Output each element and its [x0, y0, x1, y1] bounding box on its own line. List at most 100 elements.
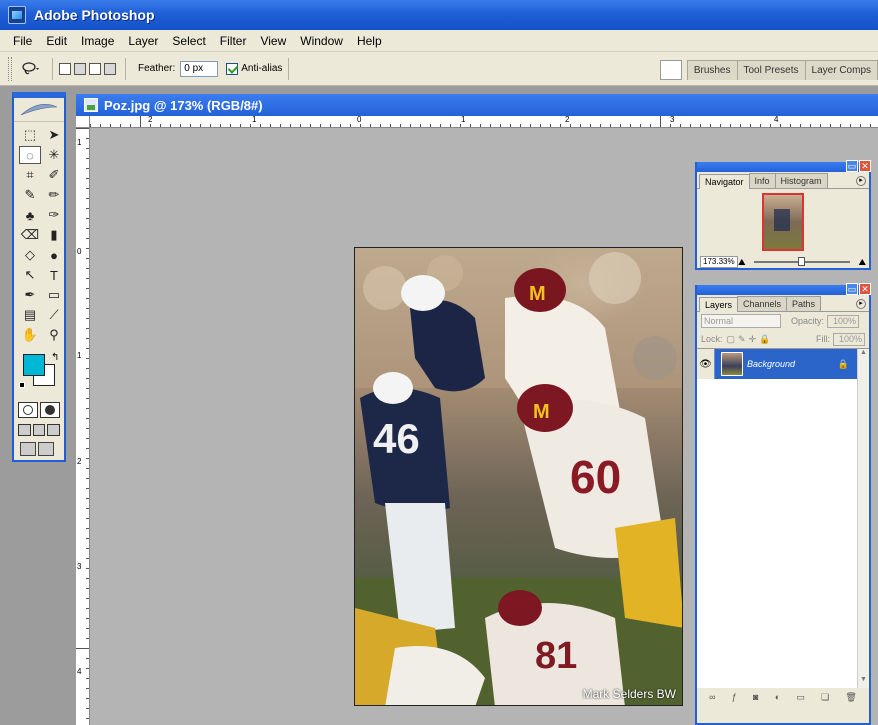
- full-screen-menu-mode-icon[interactable]: [32, 424, 46, 436]
- options-bar-grip[interactable]: [8, 56, 12, 81]
- adobe-feather-icon[interactable]: [14, 98, 64, 122]
- blend-mode-select[interactable]: Normal: [701, 314, 781, 328]
- brush-tool-icon[interactable]: ✏: [43, 186, 65, 204]
- intersect-selection-icon[interactable]: [104, 62, 116, 75]
- pen-tool-icon[interactable]: ✒: [19, 286, 41, 304]
- link-layers-icon[interactable]: ∞: [709, 692, 715, 702]
- imageready-arrow-icon[interactable]: [38, 442, 54, 456]
- zoom-value[interactable]: 173.33%: [700, 256, 738, 268]
- full-screen-mode-icon[interactable]: [47, 424, 61, 436]
- crop-tool-icon[interactable]: ⌗: [19, 166, 41, 184]
- lock-position-icon[interactable]: ✛: [749, 334, 757, 345]
- marquee-tool-icon[interactable]: ⬚: [19, 126, 41, 144]
- lock-all-icon[interactable]: 🔒: [759, 334, 770, 345]
- zoom-slider[interactable]: [753, 257, 851, 266]
- opacity-value[interactable]: 100%: [827, 314, 860, 328]
- close-icon[interactable]: ✕: [859, 283, 871, 295]
- zoom-tool-icon[interactable]: ⚲: [43, 326, 65, 344]
- swap-colors-icon[interactable]: ↰: [51, 352, 59, 363]
- lock-transparency-icon[interactable]: ▢: [727, 334, 736, 345]
- type-tool-icon[interactable]: T: [43, 266, 65, 284]
- healing-brush-tool-icon[interactable]: ✎: [19, 186, 41, 204]
- zoom-slider-knob[interactable]: [798, 257, 806, 266]
- palette-tab-brushes[interactable]: Brushes: [686, 60, 738, 80]
- new-group-icon[interactable]: ▭: [796, 692, 805, 703]
- blur-tool-icon[interactable]: ◇: [19, 246, 41, 264]
- new-selection-icon[interactable]: [59, 62, 71, 75]
- menu-help[interactable]: Help: [350, 34, 389, 48]
- layer-row[interactable]: 👁 Background 🔒: [697, 349, 857, 379]
- navigator-thumbnail[interactable]: [762, 193, 804, 251]
- hand-tool-icon[interactable]: ✋: [19, 326, 41, 344]
- eraser-tool-icon[interactable]: ⌫: [19, 226, 41, 244]
- lasso-tool-preset-icon[interactable]: [18, 58, 46, 80]
- magic-wand-tool-icon[interactable]: ✳: [43, 146, 65, 164]
- imageready-icon[interactable]: [20, 442, 36, 456]
- palette-tab-layer-comps[interactable]: Layer Comps: [804, 60, 878, 80]
- ruler-tick: [86, 238, 89, 239]
- feather-input[interactable]: [180, 60, 219, 77]
- vertical-ruler[interactable]: 1 0 1 2 3 4: [76, 128, 90, 725]
- lasso-tool-icon[interactable]: ◌: [19, 146, 41, 164]
- move-tool-icon[interactable]: ➤: [43, 126, 65, 144]
- document-title-bar[interactable]: Poz.jpg @ 173% (RGB/8#): [76, 94, 878, 116]
- shape-tool-icon[interactable]: ▭: [43, 286, 65, 304]
- scroll-down-icon[interactable]: ▼: [858, 676, 869, 688]
- clone-stamp-tool-icon[interactable]: ♣: [19, 206, 41, 224]
- standard-mode-icon[interactable]: [18, 402, 38, 418]
- antialias-checkbox[interactable]: [226, 62, 239, 75]
- layer-list-scrollbar[interactable]: ▲ ▼: [857, 349, 869, 688]
- layer-style-icon[interactable]: ƒ: [732, 692, 737, 702]
- menu-image[interactable]: Image: [74, 34, 121, 48]
- subtract-from-selection-icon[interactable]: [89, 62, 101, 75]
- menu-view[interactable]: View: [253, 34, 293, 48]
- tab-layers[interactable]: Layers: [699, 297, 739, 312]
- menu-select[interactable]: Select: [165, 34, 212, 48]
- panel-title-bar[interactable]: ▭ ✕: [697, 283, 871, 295]
- menu-edit[interactable]: Edit: [39, 34, 74, 48]
- quick-mask-mode-icon[interactable]: [40, 402, 60, 418]
- tab-info[interactable]: Info: [748, 173, 776, 188]
- panel-menu-icon[interactable]: ▸: [856, 299, 866, 309]
- tab-histogram[interactable]: Histogram: [774, 173, 828, 188]
- panel-menu-icon[interactable]: ▸: [856, 176, 866, 186]
- menu-window[interactable]: Window: [293, 34, 350, 48]
- tab-channels[interactable]: Channels: [737, 296, 788, 311]
- minimize-icon[interactable]: ▭: [846, 283, 858, 295]
- zoom-out-icon[interactable]: ⛰: [738, 257, 746, 268]
- dodge-tool-icon[interactable]: ●: [43, 246, 65, 264]
- scroll-up-icon[interactable]: ▲: [858, 349, 869, 361]
- menu-layer[interactable]: Layer: [121, 34, 165, 48]
- panel-title-bar[interactable]: ▭ ✕: [697, 160, 871, 172]
- horizontal-ruler[interactable]: 2 1 0 1 2 3 4: [90, 116, 878, 128]
- notes-tool-icon[interactable]: ▤: [19, 306, 41, 324]
- delete-layer-icon[interactable]: 🗑: [845, 692, 856, 703]
- ruler-origin[interactable]: [76, 116, 90, 128]
- default-colors-icon[interactable]: [19, 382, 25, 388]
- tab-paths[interactable]: Paths: [786, 296, 822, 311]
- file-browser-icon[interactable]: [659, 60, 682, 80]
- path-selection-tool-icon[interactable]: ↖: [19, 266, 41, 284]
- close-icon[interactable]: ✕: [859, 160, 871, 172]
- visibility-eye-icon[interactable]: 👁: [697, 349, 715, 379]
- adjustment-layer-icon[interactable]: ◐: [775, 692, 780, 702]
- ruler-tick: [86, 148, 89, 149]
- gradient-tool-icon[interactable]: ▮: [43, 226, 65, 244]
- foreground-color-swatch[interactable]: [23, 354, 45, 376]
- palette-tab-tool-presets[interactable]: Tool Presets: [736, 60, 806, 80]
- history-brush-tool-icon[interactable]: ✑: [43, 206, 65, 224]
- zoom-in-icon[interactable]: ⛰: [858, 257, 866, 268]
- fill-value[interactable]: 100%: [833, 332, 865, 346]
- layer-mask-icon[interactable]: ◙: [753, 692, 758, 702]
- menu-filter[interactable]: Filter: [213, 34, 254, 48]
- lock-pixels-icon[interactable]: ✎: [738, 334, 746, 345]
- minimize-icon[interactable]: ▭: [846, 160, 858, 172]
- eyedropper-tool-icon[interactable]: ⟋: [43, 306, 65, 324]
- document-image[interactable]: 46 60 M M 81 Mark Selders BW: [354, 247, 683, 706]
- add-to-selection-icon[interactable]: [74, 62, 86, 75]
- slice-tool-icon[interactable]: ✐: [43, 166, 65, 184]
- standard-screen-mode-icon[interactable]: [18, 424, 31, 436]
- new-layer-icon[interactable]: ❏: [821, 692, 829, 703]
- tab-navigator[interactable]: Navigator: [699, 174, 750, 189]
- menu-file[interactable]: File: [6, 34, 39, 48]
